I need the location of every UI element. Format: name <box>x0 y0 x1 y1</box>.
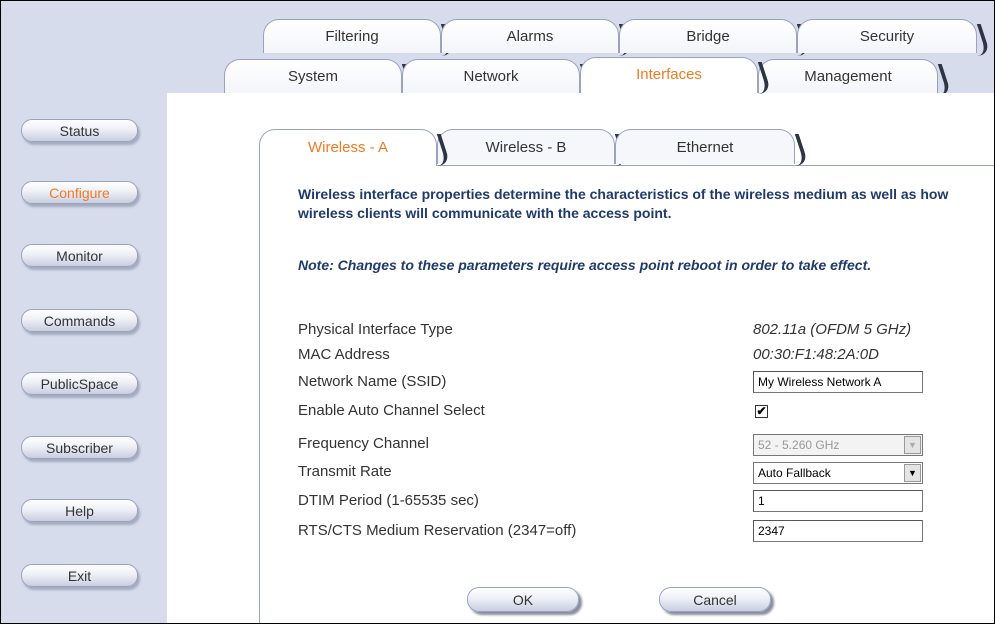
subtab-label: Ethernet <box>676 139 734 156</box>
nav-button-status[interactable]: Status <box>21 119 138 142</box>
rts-cts-input[interactable] <box>753 520 923 542</box>
tab-system[interactable]: System <box>224 59 417 96</box>
tab-label: Bridge <box>686 28 730 45</box>
tab-management[interactable]: Management <box>758 59 953 96</box>
auto-channel-label: Enable Auto Channel Select <box>298 402 485 419</box>
tab-alarms[interactable]: Alarms <box>441 19 634 56</box>
reboot-note: Note: Changes to these parameters requir… <box>298 257 872 273</box>
tab-security[interactable]: Security <box>797 19 992 56</box>
dtim-period-input[interactable] <box>753 490 923 512</box>
main-panel: Wireless - A Wireless - B Ethernet Wirel… <box>167 93 994 623</box>
tab-bridge[interactable]: Bridge <box>619 19 812 56</box>
auto-channel-checkbox[interactable]: ✔ <box>755 405 768 418</box>
tab-label: Interfaces <box>636 66 702 83</box>
tab-label: Network <box>463 68 519 85</box>
nav-button-subscriber[interactable]: Subscriber <box>21 436 138 459</box>
tab-label: Filtering <box>325 28 379 45</box>
frequency-channel-select[interactable]: 52 - 5.260 GHz ▼ <box>753 434 923 456</box>
dropdown-arrow-icon: ▼ <box>904 464 921 482</box>
tab-label: Management <box>804 68 892 85</box>
checkmark-icon: ✔ <box>756 404 767 418</box>
physical-interface-type-value: 802.11a (OFDM 5 GHz) <box>753 321 912 338</box>
nav-button-publicspace[interactable]: PublicSpace <box>21 372 138 395</box>
tab-interfaces[interactable]: Interfaces <box>580 57 773 94</box>
sidebar-nav: Status Configure Monitor Commands Public… <box>1 1 167 623</box>
tab-label: System <box>287 68 338 85</box>
subtab-wireless-b[interactable]: Wireless - B <box>437 129 630 166</box>
cancel-button[interactable]: Cancel <box>659 587 771 612</box>
tab-curl-decoration <box>776 134 810 166</box>
network-name-input[interactable] <box>753 371 923 393</box>
ok-button[interactable]: OK <box>467 587 579 612</box>
tab-curl-decoration <box>919 64 953 96</box>
mac-address-label: MAC Address <box>298 346 390 363</box>
page: Status Configure Monitor Commands Public… <box>0 0 995 624</box>
tab-label: Security <box>859 28 915 45</box>
mac-address-value: 00:30:F1:48:2A:0D <box>753 346 879 363</box>
nav-button-commands[interactable]: Commands <box>21 309 138 332</box>
tab-filtering[interactable]: Filtering <box>263 19 456 56</box>
transmit-rate-select[interactable]: Auto Fallback ▼ <box>753 462 923 484</box>
frequency-channel-value: 52 - 5.260 GHz <box>758 438 840 452</box>
tab-label: Alarms <box>506 28 554 45</box>
subtab-wireless-a[interactable]: Wireless - A <box>259 129 452 166</box>
network-name-label: Network Name (SSID) <box>298 373 447 390</box>
tab-curl-decoration <box>958 24 992 56</box>
subtab-ethernet[interactable]: Ethernet <box>615 129 810 166</box>
subtab-label: Wireless - A <box>307 139 388 156</box>
dropdown-arrow-icon: ▼ <box>904 436 921 454</box>
nav-button-exit[interactable]: Exit <box>21 564 138 587</box>
transmit-rate-label: Transmit Rate <box>298 463 392 480</box>
nav-button-configure[interactable]: Configure <box>21 181 138 204</box>
tab-network[interactable]: Network <box>402 59 595 96</box>
transmit-rate-value: Auto Fallback <box>758 466 831 480</box>
subtab-label: Wireless - B <box>485 139 567 156</box>
intro-text: Wireless interface properties determine … <box>298 186 949 221</box>
nav-button-help[interactable]: Help <box>21 499 138 522</box>
physical-interface-type-label: Physical Interface Type <box>298 321 453 338</box>
frequency-channel-label: Frequency Channel <box>298 435 429 452</box>
subtab-bar: Wireless - A Wireless - B Ethernet <box>259 129 994 166</box>
nav-button-monitor[interactable]: Monitor <box>21 244 138 267</box>
wireless-a-content: Wireless interface properties determine … <box>259 165 994 623</box>
rts-cts-label: RTS/CTS Medium Reservation (2347=off) <box>298 522 577 539</box>
dtim-period-label: DTIM Period (1-65535 sec) <box>298 492 479 509</box>
top-tab-area: Filtering Alarms Bridge Security System … <box>167 1 994 96</box>
